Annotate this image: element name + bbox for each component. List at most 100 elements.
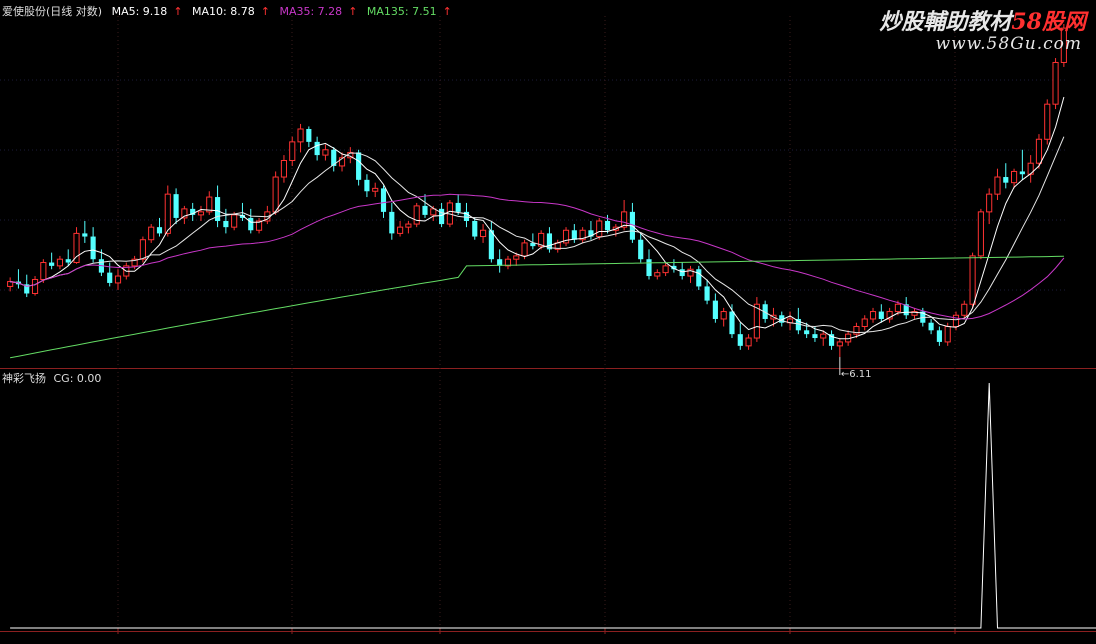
candle-body-down [364,179,370,192]
candle-body-up [114,275,122,284]
stock-chart-window[interactable]: 爱使股份(日线 对数) MA5: 9.18 ↑ MA10: 8.78 ↑ MA35:… [0,0,1096,640]
candle [861,315,868,331]
candle-body-up [372,187,379,192]
candle-body-down [107,272,113,283]
candle-body-up [820,333,827,339]
candle [206,191,213,215]
candle [49,252,55,270]
candle-body-down [472,220,478,237]
candle-body-down [306,128,312,142]
candle [197,205,205,221]
candle-body-down [712,300,718,319]
indicator-series [10,382,1096,629]
candle-body-down [65,259,71,263]
candle-body-down [1019,171,1025,175]
candle [704,279,710,305]
candle [31,276,39,296]
candle [380,185,387,218]
candle [314,136,320,161]
candle-body-down [455,202,461,212]
candle-body-up [405,223,412,228]
candle [289,136,296,166]
candle-body-up [654,272,661,277]
ma10-value: MA10: 8.78 [192,5,255,18]
candle [1044,99,1051,145]
candle-body-down [156,227,163,234]
indicator-panel-header: 神彩飞扬 CG: 0.00 [2,370,101,386]
candle-body-up [869,311,877,320]
candle-body-up [1010,170,1018,184]
candle-body-up [994,176,1001,195]
candle [903,297,909,319]
candle [82,220,88,243]
candle-body-down [1003,177,1009,183]
candle [239,202,246,221]
chart-frame [0,368,1096,632]
candle-body-up [1044,103,1051,140]
candle-body-up [662,265,669,274]
candle-body-down [928,322,934,331]
ma5-arrow-icon: ↑ [173,5,183,18]
chart-canvas[interactable] [0,0,1096,640]
candle [928,318,934,335]
candle-body-up [521,242,528,257]
candle-body-up [413,205,420,225]
candle [836,338,843,358]
candle [413,202,420,228]
ma10-label: MA10: 8.78 ↑ [192,5,273,18]
candle [107,262,113,287]
candle [737,322,743,350]
ma5-value: MA5: 9.18 [111,5,168,18]
candle [364,174,370,198]
candle [1003,163,1009,189]
ma35-value: MA35: 7.28 [279,5,343,18]
watermark-url: www.58Gu.com [935,34,1082,54]
candle-body-down [49,262,55,266]
candle [264,205,271,225]
candle-body-down [804,330,810,335]
candle-body-up [56,258,64,267]
candle [7,277,14,292]
candle [712,293,718,323]
candle-body-up [1052,61,1059,105]
candle-body-down [422,205,428,215]
candle [331,147,337,172]
candle [306,126,312,148]
grid-lines [0,16,1068,634]
candle [148,224,155,243]
watermark-prefix: 炒股輔助教材 [879,9,1012,35]
candle [687,265,694,283]
candle [223,208,229,234]
candle [869,307,877,323]
indicator-cg-value: CG: 0.00 [53,372,102,385]
candle-body-up [596,220,603,238]
candle [181,205,188,225]
candle [961,300,968,319]
candle-body-down [380,188,387,212]
ma135-value: MA135: 7.51 [366,5,437,18]
candle [497,249,503,273]
watermark-brand-name: 58股网 [1011,9,1086,35]
candle [720,307,727,327]
candle-body-up [720,311,727,320]
candle [646,249,652,280]
candle [372,182,379,198]
candle [986,188,993,225]
candle-body-down [878,311,884,319]
stock-title: 爱使股份(日线 对数) [2,5,103,18]
candle-body-up [40,262,47,280]
indicator-title: 神彩飞扬 [2,372,46,385]
candle [629,202,635,243]
candle-body-down [604,220,611,231]
watermark-brand: 炒股輔助教材58股网 [879,4,1086,36]
candle [1027,155,1034,183]
candle-body-up [745,337,752,347]
main-panel-header: 爱使股份(日线 对数) MA5: 9.18 ↑ MA10: 8.78 ↑ MA35:… [2,3,458,19]
candle-body-up [164,193,171,234]
candle-body-down [729,311,735,335]
candle-body-down [638,239,644,260]
ma35-arrow-icon: ↑ [348,5,358,18]
candle-body-up [280,159,288,178]
candle [90,227,96,263]
candle-body-down [571,230,577,240]
